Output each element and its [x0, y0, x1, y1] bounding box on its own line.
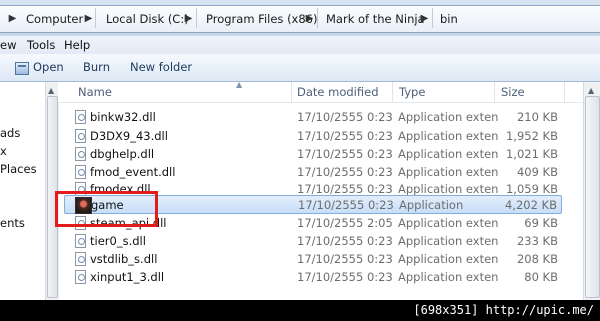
file-type: Application extens... [398, 182, 498, 196]
file-type: Application extens... [398, 234, 498, 248]
file-row[interactable]: vstdlib_s.dll 17/10/2555 0:23 Applicatio… [64, 250, 562, 269]
file-size: 4,202 KB [504, 198, 557, 212]
file-size: 1,952 KB [505, 129, 558, 143]
column-header-row: ▲ Name Date modified Type Size [58, 80, 600, 103]
breadcrumb-divider [317, 8, 318, 28]
open-icon[interactable] [15, 62, 29, 75]
dll-file-icon [75, 252, 86, 266]
column-divider[interactable] [291, 82, 292, 102]
nav-item-desktop[interactable]: x [0, 144, 7, 158]
file-date: 17/10/2555 0:23 [297, 129, 393, 143]
file-name: vstdlib_s.dll [90, 252, 158, 266]
file-name: tier0_s.dll [90, 234, 146, 248]
chevron-right-icon[interactable]: ▶ [84, 11, 93, 27]
column-size[interactable]: Size [501, 85, 525, 99]
file-name: xinput1_3.dll [90, 270, 165, 284]
watermark-bar: [698x351] http://upic.me/ [0, 300, 600, 321]
file-date: 17/10/2555 0:23 [297, 147, 393, 161]
watermark-text: [698x351] http://upic.me/ [413, 303, 594, 317]
dll-file-icon [75, 110, 86, 124]
dll-file-icon [75, 147, 86, 161]
file-row[interactable]: D3DX9_43.dll 17/10/2555 0:23 Application… [64, 127, 562, 146]
file-row[interactable]: binkw32.dll 17/10/2555 0:23 Application … [64, 108, 562, 127]
file-type: Application extens... [398, 165, 498, 179]
column-date-modified[interactable]: Date modified [297, 85, 379, 99]
breadcrumb-local-disk[interactable]: Local Disk (C:) [106, 11, 189, 27]
file-size: 409 KB [516, 165, 558, 179]
file-date: 17/10/2555 0:23 [297, 165, 393, 179]
file-date: 17/10/2555 0:23 [297, 252, 393, 266]
chevron-right-icon[interactable]: ▶ [305, 11, 314, 27]
file-date: 17/10/2555 0:23 [298, 198, 394, 212]
column-divider[interactable] [494, 82, 495, 102]
breadcrumb-divider [196, 8, 197, 28]
breadcrumb[interactable]: ▶ Computer ▶ Local Disk (C:) ▶ Program F… [0, 5, 600, 33]
column-name[interactable]: Name [78, 85, 112, 99]
menu-tools[interactable]: Tools [27, 38, 55, 52]
scroll-up-arrow-icon[interactable]: ▲ [48, 86, 54, 95]
file-size: 69 KB [524, 216, 558, 230]
open-button[interactable]: Open [33, 60, 64, 74]
file-size: 1,021 KB [505, 147, 558, 161]
explorer-window: ▶ Computer ▶ Local Disk (C:) ▶ Program F… [0, 0, 600, 300]
file-type: Application extens... [398, 110, 498, 124]
breadcrumb-divider [95, 8, 96, 28]
breadcrumb-divider [432, 8, 433, 28]
file-row[interactable]: xinput1_3.dll 17/10/2555 0:23 Applicatio… [64, 268, 562, 287]
file-date: 17/10/2555 2:05 [297, 216, 393, 230]
nav-item-downloads[interactable]: ads [0, 126, 20, 140]
file-row[interactable]: dbghelp.dll 17/10/2555 0:23 Application … [64, 145, 562, 164]
file-name: fmod_event.dll [90, 165, 176, 179]
sort-ascending-icon: ▲ [236, 80, 243, 89]
file-date: 17/10/2555 0:23 [297, 182, 393, 196]
breadcrumb-mark-of-the-ninja[interactable]: Mark of the Ninja [326, 11, 425, 27]
file-list-scrollbar-thumb[interactable] [585, 96, 600, 298]
file-size: 1,059 KB [505, 182, 558, 196]
address-bar: ▶ Computer ▶ Local Disk (C:) ▶ Program F… [0, 0, 600, 36]
column-divider[interactable] [564, 82, 565, 102]
command-bar: Open Burn New folder [0, 54, 600, 82]
file-size: 233 KB [516, 234, 558, 248]
menu-view[interactable]: ew [0, 38, 16, 52]
file-type: Application extens... [398, 252, 498, 266]
nav-item-recent-places[interactable]: Places [0, 162, 37, 176]
chevron-right-icon[interactable]: ▶ [8, 11, 17, 27]
file-date: 17/10/2555 0:23 [297, 234, 393, 248]
file-type: Application [399, 198, 464, 212]
breadcrumb-computer[interactable]: Computer [26, 11, 83, 27]
burn-button[interactable]: Burn [83, 60, 110, 74]
chevron-right-icon[interactable]: ▶ [420, 11, 429, 27]
file-type: Application extens... [398, 270, 498, 284]
menu-help[interactable]: Help [64, 38, 90, 52]
file-type: Application extens... [398, 216, 498, 230]
breadcrumb-program-files[interactable]: Program Files (x86) [206, 11, 317, 27]
breadcrumb-bin[interactable]: bin [440, 11, 458, 27]
chevron-right-icon[interactable]: ▶ [184, 11, 193, 27]
file-row[interactable]: tier0_s.dll 17/10/2555 0:23 Application … [64, 232, 562, 251]
column-divider[interactable] [392, 82, 393, 102]
dll-file-icon [75, 234, 86, 248]
file-date: 17/10/2555 0:23 [297, 110, 393, 124]
dll-file-icon [75, 270, 86, 284]
file-size: 210 KB [516, 110, 558, 124]
file-name: binkw32.dll [90, 110, 156, 124]
menu-bar: ew Tools Help [0, 36, 600, 54]
file-size: 208 KB [516, 252, 558, 266]
new-folder-button[interactable]: New folder [130, 60, 192, 74]
file-date: 17/10/2555 0:23 [297, 270, 393, 284]
file-name: dbghelp.dll [90, 147, 155, 161]
dll-file-icon [75, 165, 86, 179]
scroll-up-arrow-icon[interactable]: ▲ [588, 86, 594, 95]
dll-file-icon [75, 129, 86, 143]
column-type[interactable]: Type [399, 85, 425, 99]
file-type: Application extens... [398, 129, 498, 143]
file-type: Application extens... [398, 147, 498, 161]
navigation-pane: ads x Places ents [0, 82, 45, 300]
file-size: 80 KB [524, 270, 558, 284]
red-highlight-box [55, 191, 158, 227]
nav-item-documents[interactable]: ents [0, 216, 25, 230]
file-name: D3DX9_43.dll [90, 129, 168, 143]
